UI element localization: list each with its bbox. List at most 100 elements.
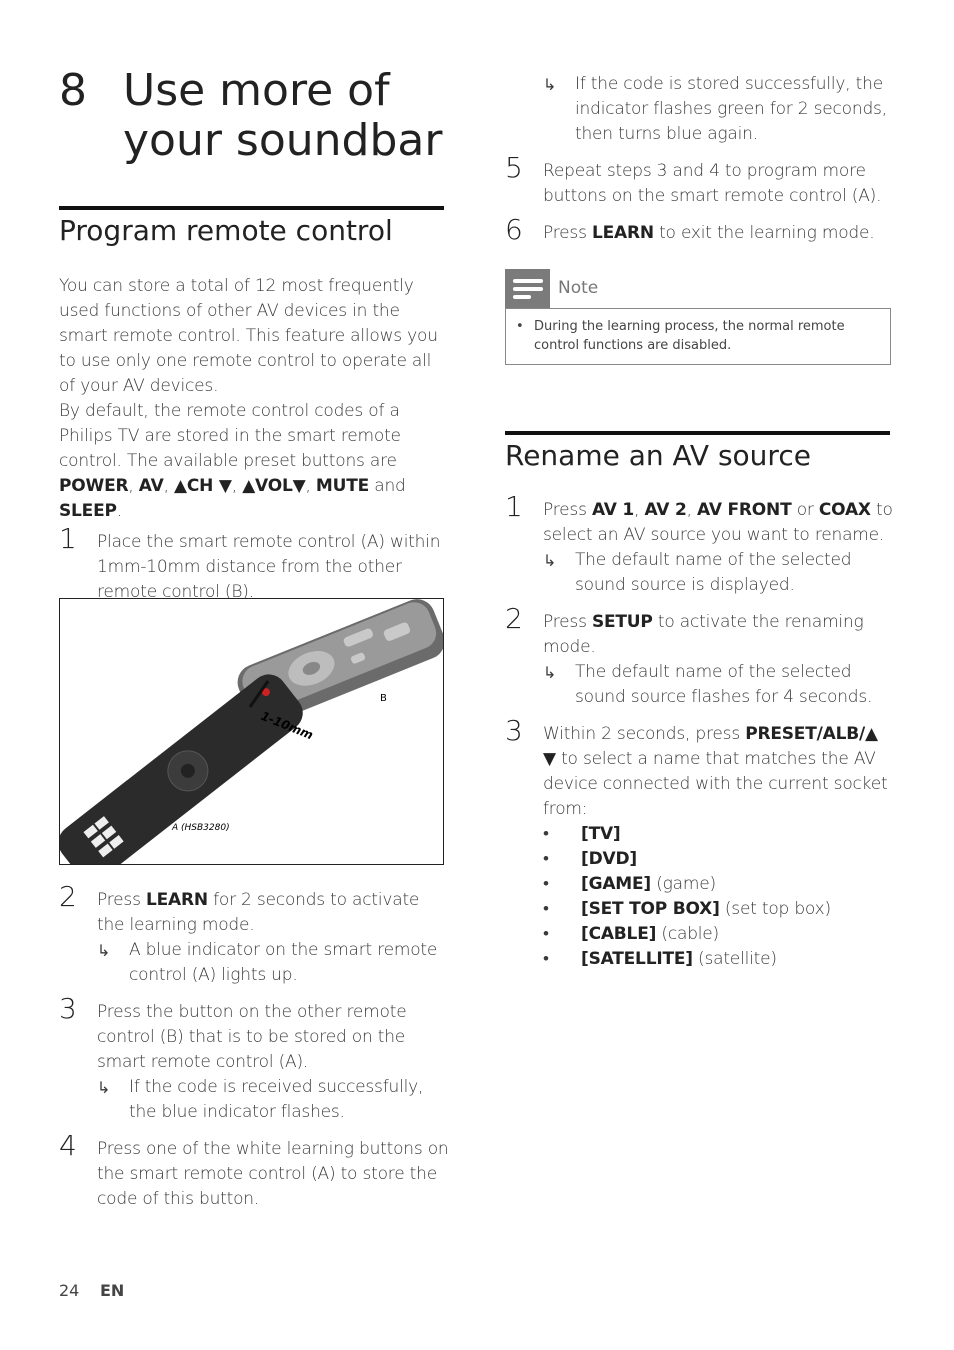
page-number: 24 — [59, 1281, 80, 1300]
text-run: to exit the learning mode. — [653, 223, 875, 243]
step-text: Press SETUP to activate the renaming mod… — [543, 610, 895, 660]
bullet-icon: • — [543, 849, 549, 869]
step-number: 1 — [505, 490, 523, 523]
button-name: MUTE — [315, 476, 370, 496]
text-run: (set top box) — [719, 899, 831, 919]
step-text: Repeat steps 3 and 4 to program more but… — [543, 159, 895, 209]
button-name: ▲CH ▼ — [173, 476, 232, 496]
note-box: • During the learning process, the norma… — [505, 308, 891, 365]
text-run: (satellite) — [692, 949, 777, 969]
button-name: [CABLE] — [581, 924, 657, 944]
remote-a — [58, 674, 303, 882]
step-result: ↳ A blue indicator on the smart remote co… — [97, 938, 449, 988]
text-run: or — [791, 500, 819, 520]
text-run: , — [634, 500, 645, 520]
step-text: Press LEARN for 2 seconds to activate th… — [97, 888, 449, 938]
step-number: 2 — [505, 602, 523, 635]
step-2: 2 Press SETUP to activate the renaming mo… — [505, 605, 895, 710]
result-arrow-icon: ↳ — [543, 663, 557, 682]
text-run: (cable) — [656, 924, 719, 944]
option-text: [GAME] (game) — [581, 872, 895, 897]
section-heading-2: Rename an AV source — [505, 439, 811, 472]
text-run: Press one of the white learning buttons … — [97, 1139, 449, 1209]
source-name-option: • [DVD] — [543, 847, 895, 872]
text-run: You can store a total of 12 most frequen… — [59, 276, 438, 396]
button-name: ▲VOL▼ — [242, 476, 306, 496]
text-run: and — [369, 476, 406, 496]
bullet-icon: • — [543, 899, 549, 919]
text-run: to select a name that matches the AV dev… — [543, 749, 888, 819]
option-text: [TV] — [581, 822, 895, 847]
text-run: , — [231, 476, 243, 496]
text-run: Press — [543, 612, 592, 632]
step-text: Within 2 seconds, press PRESET/ALB/▲ ▼ t… — [543, 722, 895, 822]
chapter-heading: Use more of your soundbar — [123, 65, 443, 166]
text-run: Press — [543, 223, 592, 243]
rename-steps: 1 Press AV 1, AV 2, AV FRONT or COAX to s… — [505, 493, 895, 984]
source-name-option: • [SATELLITE] (satellite) — [543, 947, 895, 972]
result-text: The default name of the selected sound s… — [575, 662, 873, 707]
result-text: A blue indicator on the smart remote con… — [129, 940, 438, 985]
continued-result: ↳ If the code is stored successfully, the… — [543, 72, 888, 147]
text-run: , — [305, 476, 316, 496]
text-run: Within 2 seconds, press — [543, 724, 746, 744]
intro-paragraph-2: By default, the remote control codes of … — [59, 399, 449, 524]
result-text: If the code is received successfully, th… — [129, 1077, 424, 1122]
section-rule-2 — [505, 431, 890, 435]
text-run: , — [128, 476, 139, 496]
button-name: [SATELLITE] — [581, 949, 693, 969]
result-arrow-icon: ↳ — [97, 941, 111, 960]
button-name: [DVD] — [581, 849, 637, 869]
button-name: SETUP — [591, 612, 653, 632]
button-name: AV — [138, 476, 164, 496]
step-result: ↳ The default name of the selected sound … — [543, 660, 895, 710]
step-1: 1 Press AV 1, AV 2, AV FRONT or COAX to s… — [505, 493, 895, 598]
result-arrow-icon: ↳ — [97, 1078, 111, 1097]
button-name: COAX — [818, 500, 871, 520]
step-5: 5 Repeat steps 3 and 4 to program more bu… — [505, 154, 895, 209]
option-text: [DVD] — [581, 847, 895, 872]
source-name-option: • [CABLE] (cable) — [543, 922, 895, 947]
button-name: [TV] — [581, 824, 621, 844]
option-text: [SATELLITE] (satellite) — [581, 947, 895, 972]
step-text: Press one of the white learning buttons … — [97, 1137, 449, 1212]
step-number: 2 — [59, 880, 77, 913]
step-number: 1 — [59, 522, 77, 555]
step-text: Press LEARN to exit the learning mode. — [543, 221, 895, 246]
note-label: Note — [558, 278, 599, 298]
text-run: By default, the remote control codes of … — [59, 401, 401, 471]
step-text: Press the button on the other remote con… — [97, 1000, 449, 1075]
remote-illustration: B 1-10mm A (HSB3280) — [58, 599, 445, 882]
step-number: 4 — [59, 1129, 77, 1162]
text-run: . — [116, 501, 122, 521]
result-text: The default name of the selected sound s… — [575, 550, 852, 595]
text-run: Press the button on the other remote con… — [97, 1002, 407, 1072]
left-column-top: You can store a total of 12 most frequen… — [59, 274, 449, 617]
bullet-icon: • — [543, 924, 549, 944]
result-arrow-icon: ↳ — [543, 75, 557, 94]
section-heading: Program remote control — [59, 214, 393, 247]
step-number: 3 — [505, 714, 523, 747]
step-text: Place the smart remote control (A) withi… — [97, 530, 449, 605]
option-text: [SET TOP BOX] (set top box) — [581, 897, 895, 922]
step-number: 3 — [59, 992, 77, 1025]
language-code: EN — [100, 1281, 125, 1300]
step-number: 5 — [505, 151, 523, 184]
left-steps: 2 Press LEARN for 2 seconds to activate t… — [59, 883, 449, 1224]
button-name: [GAME] — [581, 874, 651, 894]
bullet-icon: • — [543, 949, 549, 969]
button-name: LEARN — [145, 890, 208, 910]
chapter-number: 8 — [59, 65, 87, 116]
result-text: If the code is stored successfully, the … — [575, 74, 887, 144]
bullet-icon: • — [543, 824, 549, 844]
source-name-option: • [TV] — [543, 822, 895, 847]
button-name: POWER — [59, 476, 129, 496]
text-run: Press — [543, 500, 592, 520]
step-text: Press AV 1, AV 2, AV FRONT or COAX to se… — [543, 498, 895, 548]
bullet-icon: • — [543, 874, 549, 894]
option-text: [CABLE] (cable) — [581, 922, 895, 947]
label-b: B — [380, 693, 387, 704]
right-steps-top: 5 Repeat steps 3 and 4 to program more bu… — [505, 154, 895, 258]
step-result: ↳ If the code is received successfully, t… — [97, 1075, 449, 1125]
note-icon — [505, 269, 550, 308]
